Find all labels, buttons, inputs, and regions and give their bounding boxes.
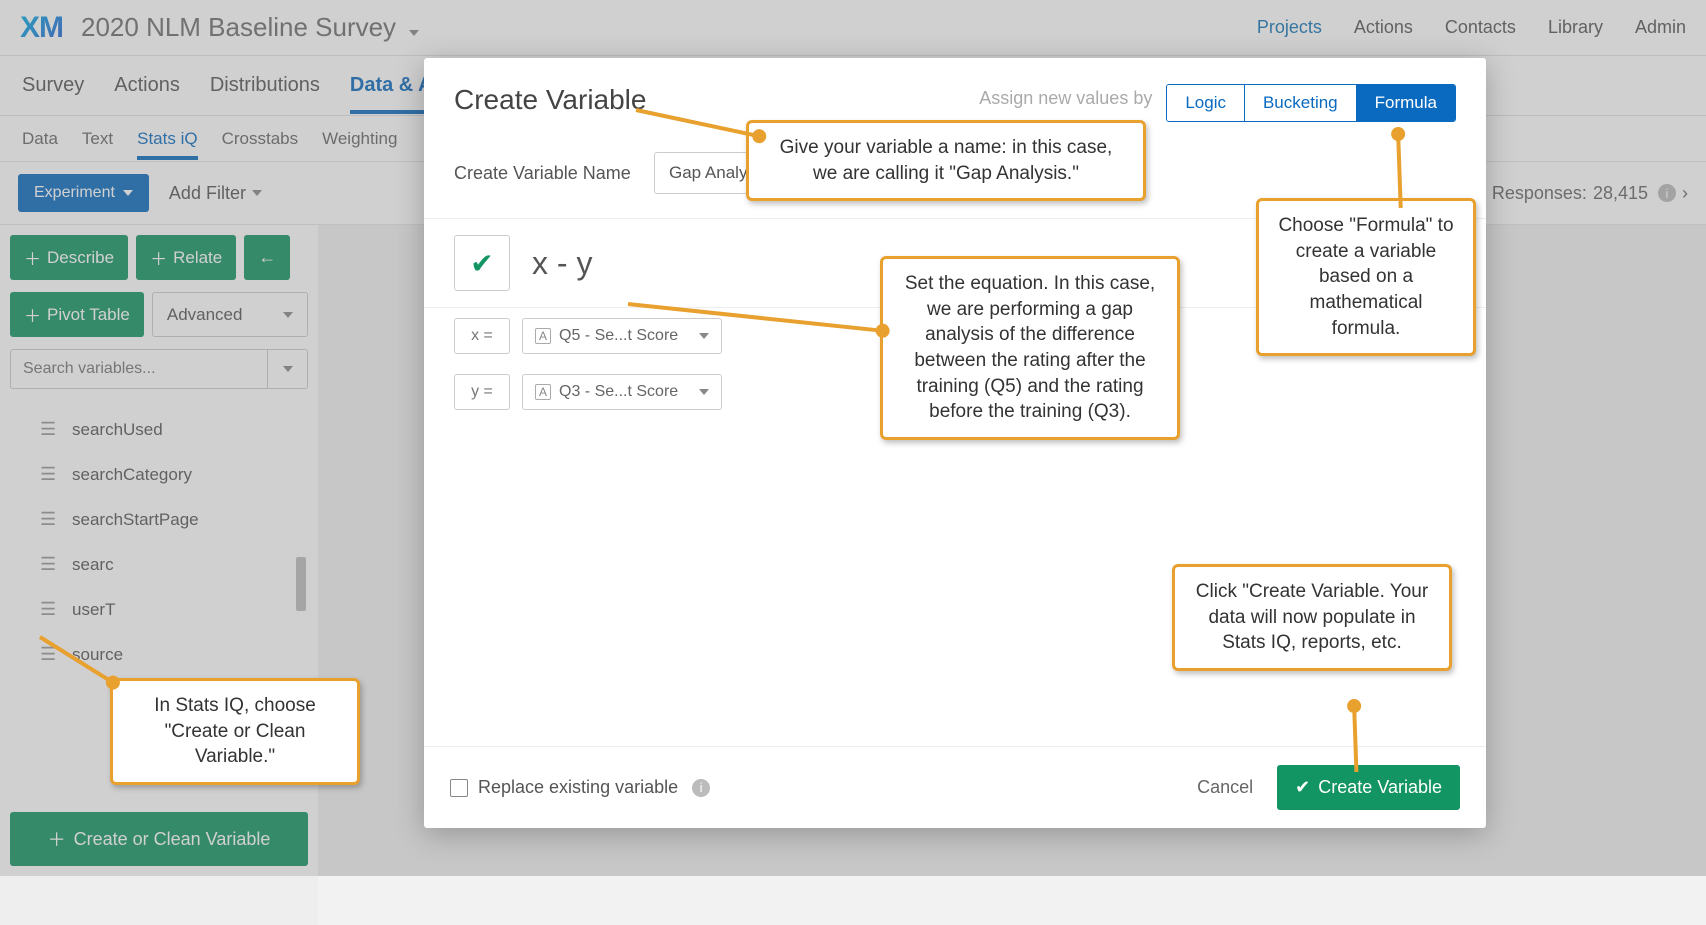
x-equals-badge: x =: [454, 318, 510, 354]
y-variable-select[interactable]: A Q3 - Se...t Score: [522, 374, 722, 410]
variable-name-label: Create Variable Name: [454, 163, 634, 184]
callout-equation: Set the equation. In this case, we are p…: [880, 256, 1180, 440]
formula-valid-icon: ✔: [454, 235, 510, 291]
caret-down-icon: [699, 389, 709, 395]
text-type-icon: A: [535, 384, 551, 400]
replace-existing-checkbox[interactable]: [450, 779, 468, 797]
x-variable-select[interactable]: A Q5 - Se...t Score: [522, 318, 722, 354]
formula-expression[interactable]: x - y: [522, 245, 592, 282]
x-variable-value: Q5 - Se...t Score: [559, 327, 678, 345]
caret-down-icon: [699, 333, 709, 339]
seg-bucketing[interactable]: Bucketing: [1245, 85, 1357, 121]
create-variable-button[interactable]: ✔ Create Variable: [1277, 765, 1460, 810]
info-icon[interactable]: i: [692, 779, 710, 797]
create-variable-label: Create Variable: [1318, 777, 1442, 798]
modal-title: Create Variable: [454, 84, 646, 116]
y-variable-value: Q3 - Se...t Score: [559, 383, 678, 401]
callout-formula-mode: Choose "Formula" to create a variable ba…: [1256, 198, 1476, 356]
text-type-icon: A: [535, 328, 551, 344]
callout-name: Give your variable a name: in this case,…: [746, 120, 1146, 201]
seg-logic[interactable]: Logic: [1167, 85, 1245, 121]
assign-values-by-label: Assign new values by: [979, 88, 1152, 109]
cancel-button[interactable]: Cancel: [1183, 769, 1267, 806]
callout-create: Click "Create Variable. Your data will n…: [1172, 564, 1452, 671]
callout-stats-iq: In Stats IQ, choose "Create or Clean Var…: [110, 678, 360, 785]
assign-mode-segmented: Logic Bucketing Formula: [1166, 84, 1456, 122]
y-equals-badge: y =: [454, 374, 510, 410]
seg-formula[interactable]: Formula: [1357, 85, 1455, 121]
replace-existing-label: Replace existing variable: [478, 777, 678, 798]
